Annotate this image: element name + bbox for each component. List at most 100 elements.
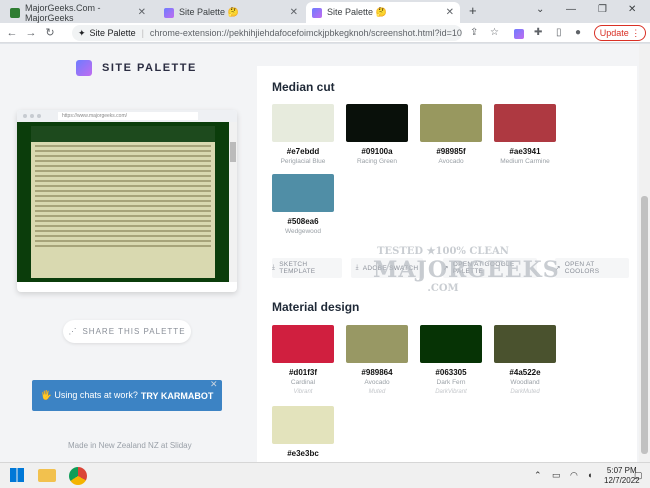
tab-title: Site Palette 🤔 <box>327 7 387 17</box>
extension-icon: ✦ <box>78 27 86 38</box>
tab-majorgeeks[interactable]: MajorGeeks.Com - MajorGeeks ✕ <box>4 2 152 23</box>
reload-icon[interactable]: ↻ <box>43 26 57 39</box>
karma-prefix: 🖐 Using chats at work? <box>40 390 138 400</box>
browser-toolbar: ← → ↻ ✦ Site Palette | chrome-extension:… <box>0 23 650 43</box>
tab-search-icon[interactable]: ⌄ <box>536 4 544 15</box>
screenshot-preview: https://www.majorgeeks.com/ <box>17 110 237 292</box>
swatch-name: Avocado <box>438 158 464 165</box>
tab-site-palette-1[interactable]: Site Palette 🤔 ✕ <box>158 2 304 23</box>
swatch-variant: DarkVibrant <box>435 389 467 395</box>
site-name: Site Palette <box>89 28 136 38</box>
preview-scrollbar[interactable] <box>229 122 237 282</box>
page-scrollbar[interactable] <box>639 44 650 462</box>
extensions-puzzle-icon[interactable]: ✚ <box>534 27 542 38</box>
action-label: OPEN AT COOLORS <box>564 261 600 275</box>
karmabot-banner-button[interactable]: 🖐 Using chats at work? TRY KARMABOT <box>32 380 222 411</box>
preview-line <box>35 150 211 152</box>
swatch-variant: Vibrant <box>293 389 313 395</box>
preview-line <box>35 225 211 227</box>
page-scroll-thumb[interactable] <box>641 196 648 454</box>
address-bar[interactable]: ✦ Site Palette | chrome-extension://pekh… <box>72 25 462 41</box>
file-explorer-icon[interactable] <box>38 469 56 482</box>
windows-start-icon[interactable] <box>10 468 24 482</box>
site-palette-extension-icon[interactable] <box>514 29 524 39</box>
color-swatch[interactable] <box>272 325 334 363</box>
color-swatch[interactable] <box>346 104 408 142</box>
color-swatch[interactable] <box>494 325 556 363</box>
color-swatch[interactable] <box>420 325 482 363</box>
swatch-hex: #d01f3f <box>288 368 317 377</box>
forward-icon[interactable]: → <box>24 27 38 39</box>
tab-bar: MajorGeeks.Com - MajorGeeks ✕ Site Palet… <box>0 0 650 23</box>
minimize-icon[interactable]: — <box>566 4 576 15</box>
preview-line <box>35 245 211 247</box>
preview-scroll-thumb[interactable] <box>230 142 236 162</box>
site-palette-favicon-icon <box>312 7 322 18</box>
action-label: SKETCH TEMPLATE <box>279 261 316 275</box>
url-text: chrome-extension://pekhihjiehdafocefoimc… <box>149 28 462 38</box>
close-window-icon[interactable]: ✕ <box>628 4 636 15</box>
volume-icon[interactable]: ◖ <box>587 470 592 480</box>
watermark-brand: MAJORGEEKS <box>373 257 560 283</box>
color-swatch[interactable] <box>272 406 334 444</box>
preview-line <box>35 240 211 242</box>
windows-taskbar: ⌃ ▭ ◠ ◖ 5:07 PM 12/7/2022 ▢ <box>0 462 650 488</box>
close-tab-icon[interactable]: ✕ <box>446 7 454 18</box>
preview-line <box>35 165 211 167</box>
close-tab-icon[interactable]: ✕ <box>290 7 298 18</box>
notifications-icon[interactable]: ▢ <box>634 470 643 481</box>
color-swatch[interactable] <box>494 104 556 142</box>
swatch-name: Periglacial Blue <box>280 158 326 165</box>
preview-url: https://www.majorgeeks.com/ <box>58 112 198 120</box>
color-swatch[interactable] <box>272 104 334 142</box>
swatch-hex: #4a522e <box>509 368 541 377</box>
preview-line <box>35 235 211 237</box>
back-icon[interactable]: ← <box>5 27 19 39</box>
share-icon[interactable]: ⇪ <box>470 27 478 38</box>
swatch-hex: #09100a <box>361 147 393 156</box>
preview-line <box>35 195 211 197</box>
download-icon: ⤓ <box>272 264 276 271</box>
swatch-hex: #063305 <box>435 368 467 377</box>
restore-icon[interactable]: ❐ <box>598 4 607 15</box>
swatch-name: Cardinal <box>290 379 316 386</box>
preview-line <box>35 200 211 202</box>
bookmark-star-icon[interactable]: ☆ <box>490 27 499 38</box>
close-banner-icon[interactable]: ✕ <box>210 379 218 390</box>
section-title: Median cut <box>272 80 335 94</box>
dot-icon <box>23 114 27 118</box>
swatch-name: Wedgewood <box>284 228 322 235</box>
site-palette-favicon-icon <box>164 7 174 18</box>
coolors-button[interactable]: ↗ OPEN AT COOLORS <box>555 258 629 278</box>
preview-line <box>35 205 211 207</box>
color-swatch[interactable] <box>346 325 408 363</box>
tab-title: Site Palette 🤔 <box>179 7 239 17</box>
preview-line <box>35 170 211 172</box>
swatch-name: Racing Green <box>356 158 398 165</box>
logo-text: SITE PALETTE <box>102 62 197 74</box>
close-tab-icon[interactable]: ✕ <box>138 7 146 18</box>
wifi-icon[interactable]: ◠ <box>570 470 578 481</box>
palette-list: Median cut #e7ebdd Periglacial Blue #091… <box>255 44 639 462</box>
share-palette-button[interactable]: ⋰ SHARE THIS PALETTE <box>63 320 191 343</box>
color-swatch[interactable] <box>272 174 334 212</box>
tab-site-palette-active[interactable]: Site Palette 🤔 ✕ <box>306 2 460 23</box>
network-icon[interactable]: ▭ <box>552 470 561 481</box>
side-panel-icon[interactable]: ▯ <box>556 27 562 38</box>
tray-expand-icon[interactable]: ⌃ <box>534 470 542 481</box>
profile-avatar-icon[interactable]: ● <box>575 27 581 38</box>
preview-line <box>35 220 211 222</box>
preview-line <box>35 155 211 157</box>
chrome-icon[interactable] <box>69 467 87 485</box>
swatch-variant: Muted <box>368 389 386 395</box>
majorgeeks-watermark: TESTED ★100% CLEAN MAJORGEEKS .COM <box>373 246 560 318</box>
new-tab-button[interactable]: + <box>469 3 477 18</box>
swatch-name: Woodland <box>510 379 540 386</box>
update-button[interactable]: Update ⋮ <box>594 25 646 41</box>
sketch-template-button[interactable]: ⤓ SKETCH TEMPLATE <box>272 258 342 278</box>
swatch-hex: #e3e3bc <box>287 449 319 458</box>
swatch-name: Avocado <box>364 379 390 386</box>
color-swatch[interactable] <box>420 104 482 142</box>
logo[interactable]: SITE PALETTE <box>76 60 197 76</box>
preview-line <box>35 175 211 177</box>
